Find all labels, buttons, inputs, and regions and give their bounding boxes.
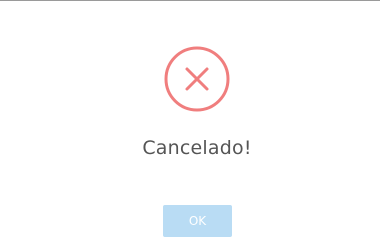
error-x-icon <box>163 45 231 113</box>
ok-button[interactable]: OK <box>163 205 232 237</box>
screen: Cancelado! OK <box>0 0 380 246</box>
alert-dialog: Cancelado! OK <box>0 1 380 246</box>
dialog-title: Cancelado! <box>142 137 252 159</box>
